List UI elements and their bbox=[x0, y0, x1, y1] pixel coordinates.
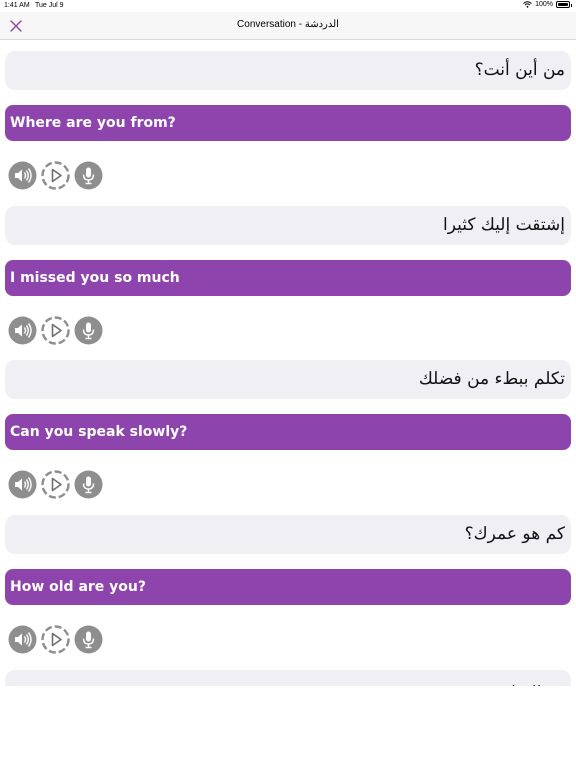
english-phrase[interactable]: I missed you so much bbox=[5, 260, 571, 296]
speaker-icon bbox=[8, 161, 37, 190]
arabic-phrase: إشتقت إليك كثيرا bbox=[5, 206, 571, 245]
status-right: 100% bbox=[523, 1, 572, 8]
speaker-button[interactable] bbox=[8, 625, 37, 654]
phrase-controls bbox=[8, 161, 103, 191]
battery-fill bbox=[558, 3, 568, 6]
play-icon bbox=[41, 470, 70, 499]
english-phrase[interactable]: Where are you from? bbox=[5, 105, 571, 141]
status-date: Tue Jul 9 bbox=[35, 2, 64, 9]
phrase-controls bbox=[8, 316, 103, 346]
microphone-icon bbox=[74, 625, 103, 654]
phrase-controls bbox=[8, 470, 103, 500]
play-icon bbox=[41, 625, 70, 654]
english-phrase[interactable]: Can you speak slowly? bbox=[5, 414, 571, 450]
speaker-icon bbox=[8, 470, 37, 499]
play-button[interactable] bbox=[41, 161, 70, 190]
play-button[interactable] bbox=[41, 625, 70, 654]
play-button[interactable] bbox=[41, 470, 70, 499]
microphone-icon bbox=[74, 470, 103, 499]
arabic-phrase: تكلم ببطء من فضلك bbox=[5, 360, 571, 399]
english-phrase[interactable]: How old are you? bbox=[5, 569, 571, 605]
record-button[interactable] bbox=[74, 161, 103, 190]
arabic-phrase: كم هو عمرك؟ bbox=[5, 515, 571, 554]
speaker-icon bbox=[8, 316, 37, 345]
phrase-list: من أين أنت؟ Where are you from? إشتقت إل… bbox=[0, 40, 576, 686]
status-time: 1:41 AM bbox=[4, 2, 30, 9]
status-bar: 1:41 AM Tue Jul 9 100% bbox=[0, 0, 576, 12]
play-icon bbox=[41, 161, 70, 190]
record-button[interactable] bbox=[74, 625, 103, 654]
speaker-icon bbox=[8, 625, 37, 654]
phrase-controls bbox=[8, 625, 103, 655]
record-button[interactable] bbox=[74, 470, 103, 499]
battery-icon bbox=[556, 1, 572, 8]
nav-bar: Conversation - الدردشة bbox=[0, 12, 576, 40]
record-button[interactable] bbox=[74, 316, 103, 345]
play-button[interactable] bbox=[41, 316, 70, 345]
speaker-button[interactable] bbox=[8, 470, 37, 499]
speaker-button[interactable] bbox=[8, 161, 37, 190]
wifi-icon bbox=[523, 1, 532, 8]
speaker-button[interactable] bbox=[8, 316, 37, 345]
battery-percent: 100% bbox=[535, 1, 553, 8]
bottom-blank-area bbox=[0, 686, 576, 768]
page-title: Conversation - الدردشة bbox=[237, 19, 339, 30]
play-icon bbox=[41, 316, 70, 345]
arabic-phrase: من أين أنت؟ bbox=[5, 51, 571, 90]
microphone-icon bbox=[74, 316, 103, 345]
microphone-icon bbox=[74, 161, 103, 190]
arabic-phrase: مع السلامة bbox=[5, 670, 571, 686]
